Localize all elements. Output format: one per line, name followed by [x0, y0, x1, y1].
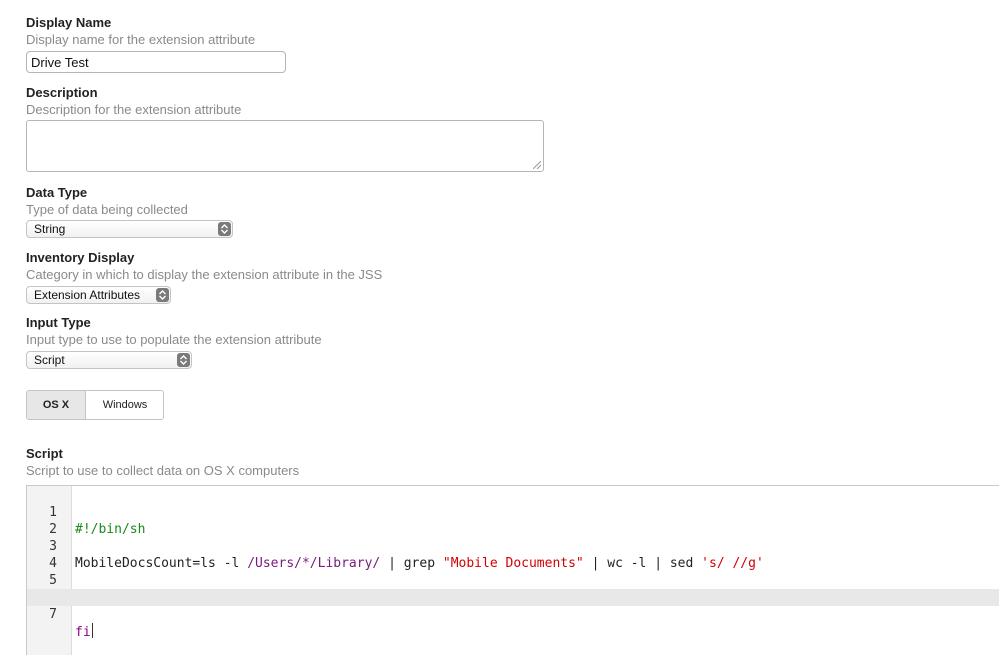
up-down-chevron-icon: [156, 288, 169, 302]
script-description: Script to use to collect data on OS X co…: [26, 463, 300, 478]
data-type-label: Data Type: [26, 185, 88, 200]
display-name-description: Display name for the extension attribute: [26, 32, 256, 47]
code-text: fi: [75, 623, 93, 641]
code-line: 6: [27, 572, 999, 605]
input-type-select[interactable]: Script: [26, 351, 192, 369]
up-down-chevron-icon: [177, 353, 190, 367]
data-type-description: Type of data being collected: [26, 202, 188, 217]
input-type-description: Input type to use to populate the extens…: [26, 332, 322, 347]
up-down-chevron-icon: [218, 222, 231, 236]
inventory-display-select[interactable]: Extension Attributes: [26, 286, 171, 304]
code-line: 4: [27, 538, 999, 571]
description-label: Description: [26, 85, 98, 100]
description-textarea[interactable]: [26, 120, 544, 172]
code-text-value: fi: [75, 625, 91, 640]
code-line: 2: [27, 504, 999, 537]
tab-windows[interactable]: Windows: [86, 391, 163, 419]
description-section: Description Description for the extensio…: [26, 85, 241, 118]
data-type-selected: String: [34, 222, 66, 236]
platform-toggle: OS X Windows: [26, 390, 164, 420]
inventory-display-selected: Extension Attributes: [34, 288, 141, 302]
inventory-display-section: Inventory Display Category in which to d…: [26, 250, 382, 283]
data-type-select[interactable]: String: [26, 220, 233, 238]
inventory-display-label: Inventory Display: [26, 250, 135, 265]
line-number: 7: [49, 607, 57, 622]
input-type-selected: Script: [34, 353, 65, 367]
display-name-label: Display Name: [26, 15, 112, 30]
description-description: Description for the extension attribute: [26, 102, 242, 117]
inventory-display-description: Category in which to display the extensi…: [26, 267, 383, 282]
code-line: 5 echo "<result>$MobileDocsCount</result…: [27, 555, 999, 605]
resize-grip-icon[interactable]: [533, 161, 541, 169]
script-section: Script Script to use to collect data on …: [26, 446, 299, 479]
display-name-input[interactable]: Drive Test: [26, 51, 286, 73]
input-type-section: Input Type Input type to use to populate…: [26, 315, 322, 348]
input-type-label: Input Type: [26, 315, 91, 330]
script-editor[interactable]: 1 #!/bin/sh 2 3 MobileDocsCount=ls -l /U…: [26, 485, 999, 655]
data-type-section: Data Type Type of data being collected: [26, 185, 188, 218]
text-cursor: [91, 623, 93, 638]
code-line: 3 MobileDocsCount=ls -l /Users/*/Library…: [27, 521, 999, 571]
code-line: 1 #!/bin/sh: [27, 487, 999, 537]
code-line-active: 7 fi: [27, 589, 999, 640]
script-label: Script: [26, 446, 63, 461]
tab-os-x[interactable]: OS X: [27, 391, 86, 419]
display-name-section: Display Name Display name for the extens…: [26, 15, 255, 48]
